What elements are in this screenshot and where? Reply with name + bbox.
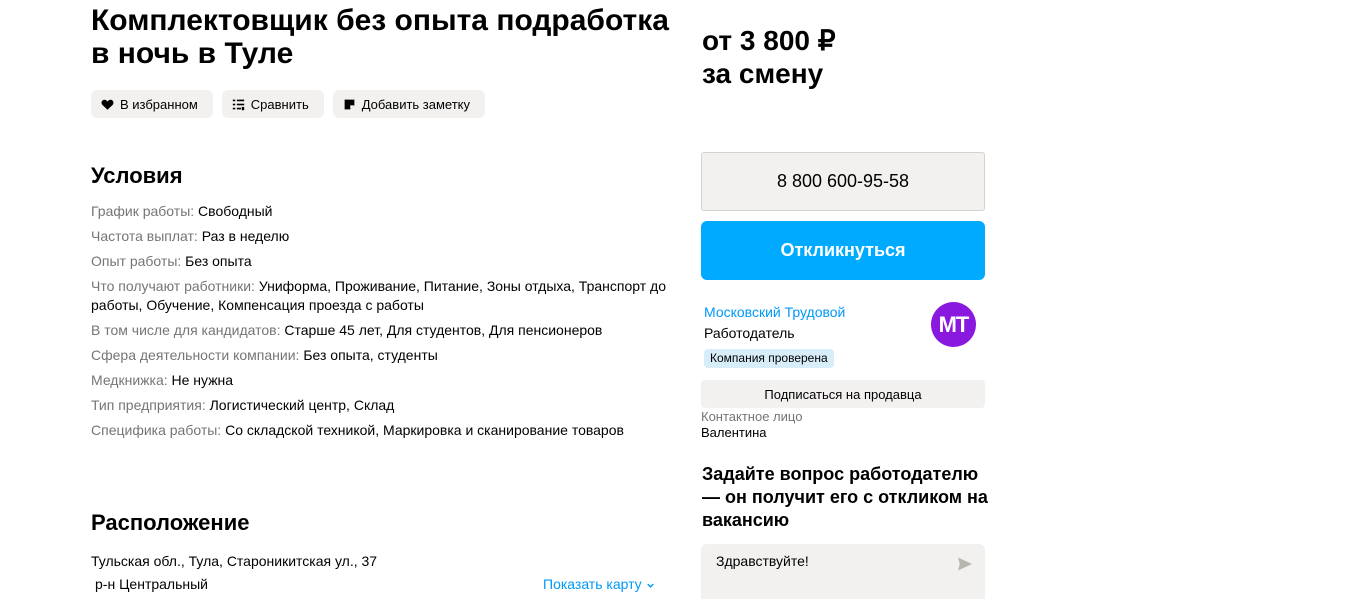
condition-row: Частота выплат: Раз в неделю bbox=[91, 227, 691, 246]
seller-role: Работодатель bbox=[704, 325, 795, 341]
ask-question-title: Задайте вопрос работодателю — он получит… bbox=[702, 464, 988, 530]
add-note-label: Добавить заметку bbox=[361, 96, 471, 112]
compare-icon bbox=[232, 99, 244, 110]
respond-button[interactable]: Откликнуться bbox=[701, 221, 985, 280]
district: р-н Центральный bbox=[95, 576, 209, 592]
condition-value: Логистический центр, Склад bbox=[209, 397, 395, 413]
vacancy-title: Комплектовщик без опыта подработка в ноч… bbox=[91, 4, 669, 70]
condition-key: Опыт работы: bbox=[91, 253, 186, 269]
condition-row: Специфика работы: Со складской техникой,… bbox=[91, 421, 691, 440]
condition-value: Свободный bbox=[198, 203, 273, 219]
show-phone-button[interactable]: 8 800 600-95-58 bbox=[701, 152, 985, 211]
chevron-down-icon bbox=[646, 583, 654, 588]
price-amount: от 3 800 ₽ bbox=[702, 25, 836, 56]
vacancy-actions: В избранном Сравнить Добавить заметку bbox=[91, 90, 486, 118]
condition-value: Без опыта bbox=[185, 253, 252, 269]
show-map-link[interactable]: Показать карту bbox=[543, 576, 655, 592]
seller-name-link[interactable]: Московский Трудовой bbox=[704, 304, 845, 320]
contact-person-label: Контактное лицо bbox=[701, 409, 803, 424]
condition-row: В том числе для кандидатов: Старше 45 ле… bbox=[91, 321, 691, 340]
contact-person-name: Валентина bbox=[701, 425, 767, 440]
condition-key: Сфера деятельности компании: bbox=[91, 347, 304, 363]
seller-logo-text: МТ bbox=[938, 311, 970, 337]
note-icon bbox=[344, 99, 355, 109]
condition-row: Медкнижка: Не нужна bbox=[91, 371, 691, 390]
condition-key: Медкнижка: bbox=[91, 372, 172, 388]
subscribe-label: Подписаться на продавца bbox=[764, 386, 922, 402]
condition-key: Тип предприятия: bbox=[91, 397, 210, 413]
favorite-label: В избранном bbox=[120, 96, 198, 112]
condition-key: Частота выплат: bbox=[91, 228, 202, 244]
compare-label: Сравнить bbox=[250, 96, 309, 112]
respond-label: Откликнуться bbox=[780, 240, 906, 260]
condition-row: График работы: Свободный bbox=[91, 202, 691, 221]
condition-key: Специфика работы: bbox=[91, 422, 226, 438]
compare-button[interactable]: Сравнить bbox=[221, 90, 324, 118]
phone-number: 8 800 600-95-58 bbox=[776, 171, 910, 191]
price-period: за смену bbox=[702, 58, 824, 89]
send-icon[interactable] bbox=[957, 556, 973, 572]
show-map-label: Показать карту bbox=[543, 576, 642, 592]
heart-icon bbox=[101, 99, 114, 110]
condition-key: В том числе для кандидатов: bbox=[91, 322, 285, 338]
condition-key: График работы: bbox=[91, 203, 199, 219]
condition-row: Тип предприятия: Логистический центр, Ск… bbox=[91, 396, 691, 415]
condition-value: Раз в неделю bbox=[201, 228, 290, 244]
location-title: Расположение bbox=[91, 510, 250, 535]
condition-row: Сфера деятельности компании: Без опыта, … bbox=[91, 346, 691, 365]
subscribe-button[interactable]: Подписаться на продавца bbox=[701, 380, 985, 408]
condition-row: Что получают работники: Униформа, Прожив… bbox=[91, 277, 691, 315]
favorite-button[interactable]: В избранном bbox=[91, 90, 213, 118]
conditions-title: Условия bbox=[91, 163, 183, 188]
condition-key: Что получают работники: bbox=[91, 278, 259, 294]
add-note-button[interactable]: Добавить заметку bbox=[332, 90, 486, 118]
conditions-list: График работы: Свободный Частота выплат: … bbox=[91, 202, 691, 446]
condition-row: Опыт работы: Без опыта bbox=[91, 252, 691, 271]
price: от 3 800 ₽ за смену bbox=[702, 24, 836, 90]
message-input[interactable] bbox=[716, 553, 936, 569]
condition-value: Не нужна bbox=[171, 372, 234, 388]
condition-value: Без опыта, студенты bbox=[303, 347, 438, 363]
seller-logo[interactable]: МТ bbox=[931, 302, 976, 347]
address: Тульская обл., Тула, Староникитская ул.,… bbox=[91, 553, 378, 569]
message-box bbox=[701, 544, 985, 599]
condition-value: Старше 45 лет, Для студентов, Для пенсио… bbox=[284, 322, 603, 338]
condition-value: Со складской техникой, Маркировка и скан… bbox=[225, 422, 624, 438]
verified-badge: Компания проверена bbox=[704, 349, 834, 368]
